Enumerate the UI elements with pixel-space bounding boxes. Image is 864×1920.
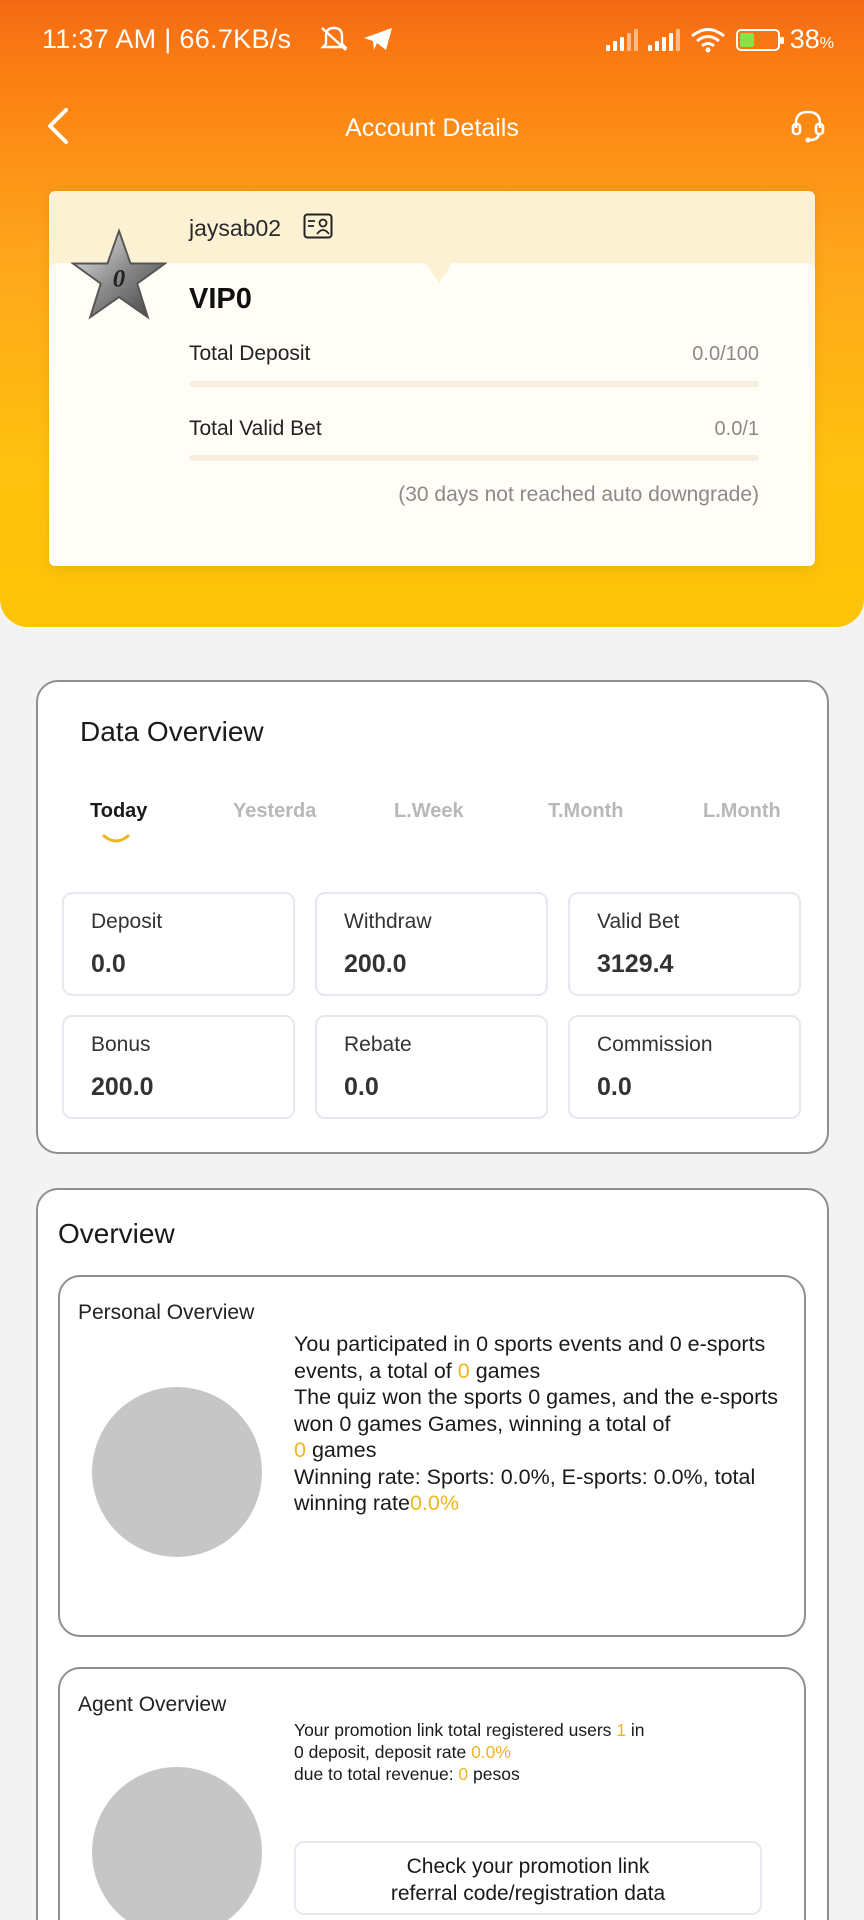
tab-this-month[interactable]: T.Month	[548, 800, 624, 823]
personal-overview-panel: Personal Overview You participated in 0 …	[58, 1275, 806, 1637]
wifi-icon	[690, 27, 725, 52]
stat-commission: Commission 0.0	[568, 1015, 801, 1119]
total-valid-bet-value: 0.0/1	[714, 418, 759, 440]
stat-value: 0.0	[597, 1073, 632, 1101]
tab-yesterday[interactable]: Yesterda	[233, 800, 316, 823]
stat-withdraw: Withdraw 200.0	[315, 892, 548, 996]
total-deposit-label: Total Deposit	[189, 342, 311, 365]
stat-rebate: Rebate 0.0	[315, 1015, 548, 1119]
period-tabs: Today Yesterda L.Week T.Month L.Month	[38, 800, 827, 860]
battery-icon	[735, 28, 784, 51]
total-deposit-value: 0.0/100	[692, 343, 759, 365]
total-valid-bet-progress	[189, 455, 759, 461]
top-nav: Account Details	[0, 90, 864, 162]
data-overview-title: Data Overview	[80, 716, 264, 747]
registered-users-value: 1	[616, 1720, 627, 1740]
signal-icon	[605, 28, 638, 51]
status-icons: 38%	[605, 24, 834, 55]
tab-today[interactable]: Today	[90, 800, 147, 823]
total-win-rate-value: 0.0%	[409, 1491, 459, 1515]
stat-label: Commission	[597, 1033, 713, 1056]
active-tab-indicator	[102, 834, 130, 843]
total-games-value: 0	[457, 1358, 470, 1383]
revenue-value: 0	[458, 1764, 469, 1784]
stat-value: 3129.4	[597, 950, 674, 978]
total-deposit-progress	[189, 381, 759, 387]
overview-title: Overview	[58, 1218, 175, 1249]
stat-label: Withdraw	[344, 910, 432, 933]
stat-value: 0.0	[344, 1073, 379, 1101]
vip-star-badge-icon: 0	[71, 227, 167, 320]
vip-level: VIP0	[189, 283, 252, 315]
id-card-icon[interactable]	[303, 213, 333, 239]
battery-percent: 38%	[789, 24, 834, 54]
tab-last-week[interactable]: L.Week	[394, 800, 464, 823]
agent-overview-title: Agent Overview	[78, 1693, 227, 1716]
won-games-value: 0	[294, 1438, 306, 1462]
svg-text:0: 0	[113, 266, 126, 293]
personal-overview-title: Personal Overview	[78, 1301, 255, 1324]
stat-deposit: Deposit 0.0	[62, 892, 295, 996]
stat-label: Valid Bet	[597, 910, 680, 933]
stat-label: Bonus	[91, 1033, 151, 1056]
stat-valid-bet: Valid Bet 3129.4	[568, 892, 801, 996]
stat-value: 200.0	[344, 950, 407, 978]
agent-overview-chart	[92, 1767, 262, 1920]
telegram-icon	[364, 28, 392, 50]
personal-overview-text: You participated in 0 sports events and …	[294, 1332, 779, 1515]
agent-overview-text: Your promotion link total registered use…	[294, 1720, 645, 1784]
stat-bonus: Bonus 200.0	[62, 1015, 295, 1119]
page-title: Account Details	[345, 114, 519, 142]
customer-service-icon[interactable]	[788, 106, 828, 146]
tab-last-month[interactable]: L.Month	[703, 800, 781, 823]
overview-card: Overview Personal Overview You participa…	[36, 1188, 829, 1920]
stat-label: Rebate	[344, 1033, 412, 1056]
signal-icon-2	[647, 28, 680, 51]
agent-overview-panel: Agent Overview Your promotion link total…	[58, 1667, 806, 1920]
check-promotion-link-button[interactable]: Check your promotion link referral code/…	[294, 1841, 762, 1915]
status-time: 11:37 AM | 66.7KB/s	[42, 24, 292, 54]
data-overview-card: Data Overview Today Yesterda L.Week T.Mo…	[36, 680, 829, 1154]
muted-notification-icon	[320, 26, 348, 51]
vip-card: 0 jaysab02 VIP0 Total Deposit 0.0/100 To…	[49, 191, 815, 566]
username: jaysab02	[189, 215, 282, 241]
personal-overview-chart	[92, 1387, 262, 1557]
stat-value: 200.0	[91, 1073, 154, 1101]
status-bar: 11:37 AM | 66.7KB/s 38%	[0, 0, 864, 64]
total-valid-bet-label: Total Valid Bet	[189, 417, 322, 440]
deposit-rate-value: 0.0%	[471, 1742, 511, 1762]
stat-value: 0.0	[91, 950, 126, 978]
downgrade-note: (30 days not reached auto downgrade)	[398, 483, 759, 506]
stat-label: Deposit	[91, 910, 163, 933]
